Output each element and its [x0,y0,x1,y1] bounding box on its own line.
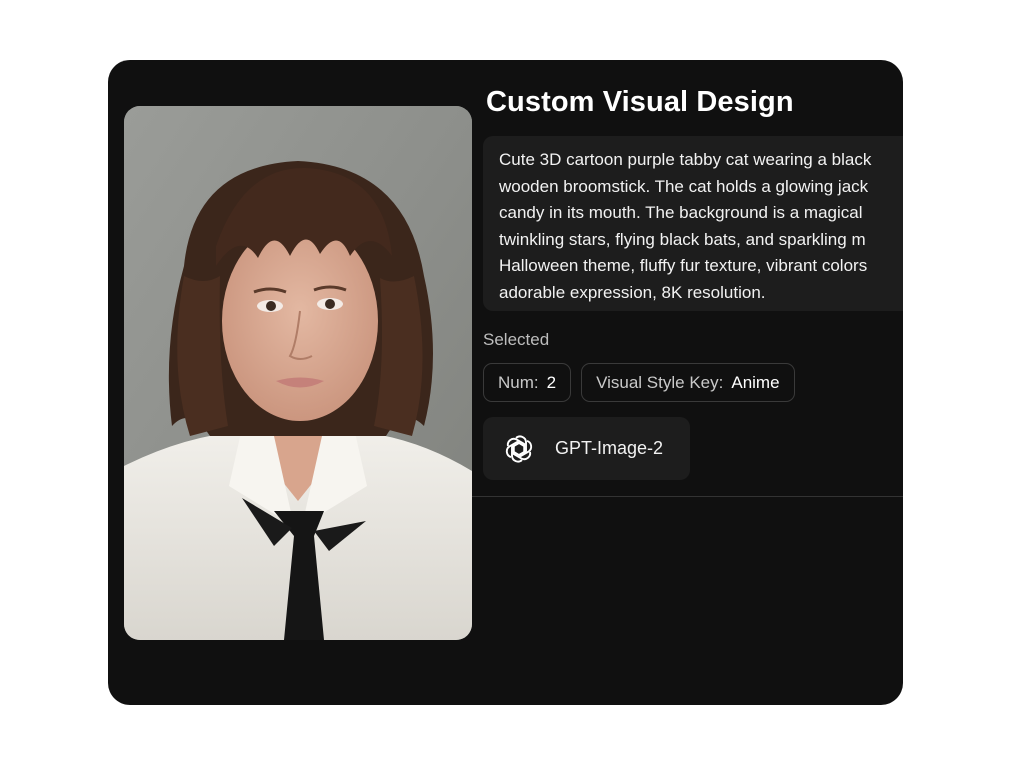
result-image[interactable] [124,106,472,640]
divider [472,496,903,497]
chip-value: 2 [546,372,557,392]
prompt-line: Halloween theme, fluffy fur texture, vib… [499,256,868,275]
prompt-line: adorable expression, 8K resolution. [499,282,766,302]
page-title: Custom Visual Design [486,86,794,118]
chip-value: Anime [731,372,780,392]
portrait-photo [124,106,472,640]
model-selector-button[interactable]: GPT-Image-2 [483,417,690,480]
visual-style-chip[interactable]: Visual Style Key: Anime [581,363,795,402]
selected-label: Selected [483,330,550,349]
generation-card: Custom Visual Design Cute 3D cartoon pur… [108,60,903,705]
prompt-line: Cute 3D cartoon purple tabby cat wearing… [499,150,872,169]
model-name: GPT-Image-2 [555,438,664,458]
prompt-line: twinkling stars, flying black bats, and … [499,229,866,249]
prompt-line: wooden broomstick. The cat holds a glowi… [499,176,869,196]
prompt-box[interactable]: Cute 3D cartoon purple tabby cat wearing… [483,136,903,311]
chip-key: Visual Style Key: [596,372,724,392]
selected-chips: Num: 2 Visual Style Key: Anime [483,363,795,402]
prompt-line: candy in its mouth. The background is a … [499,203,863,222]
num-chip[interactable]: Num: 2 [483,363,572,402]
openai-logo-icon [503,433,535,465]
chip-key: Num: [498,372,539,392]
